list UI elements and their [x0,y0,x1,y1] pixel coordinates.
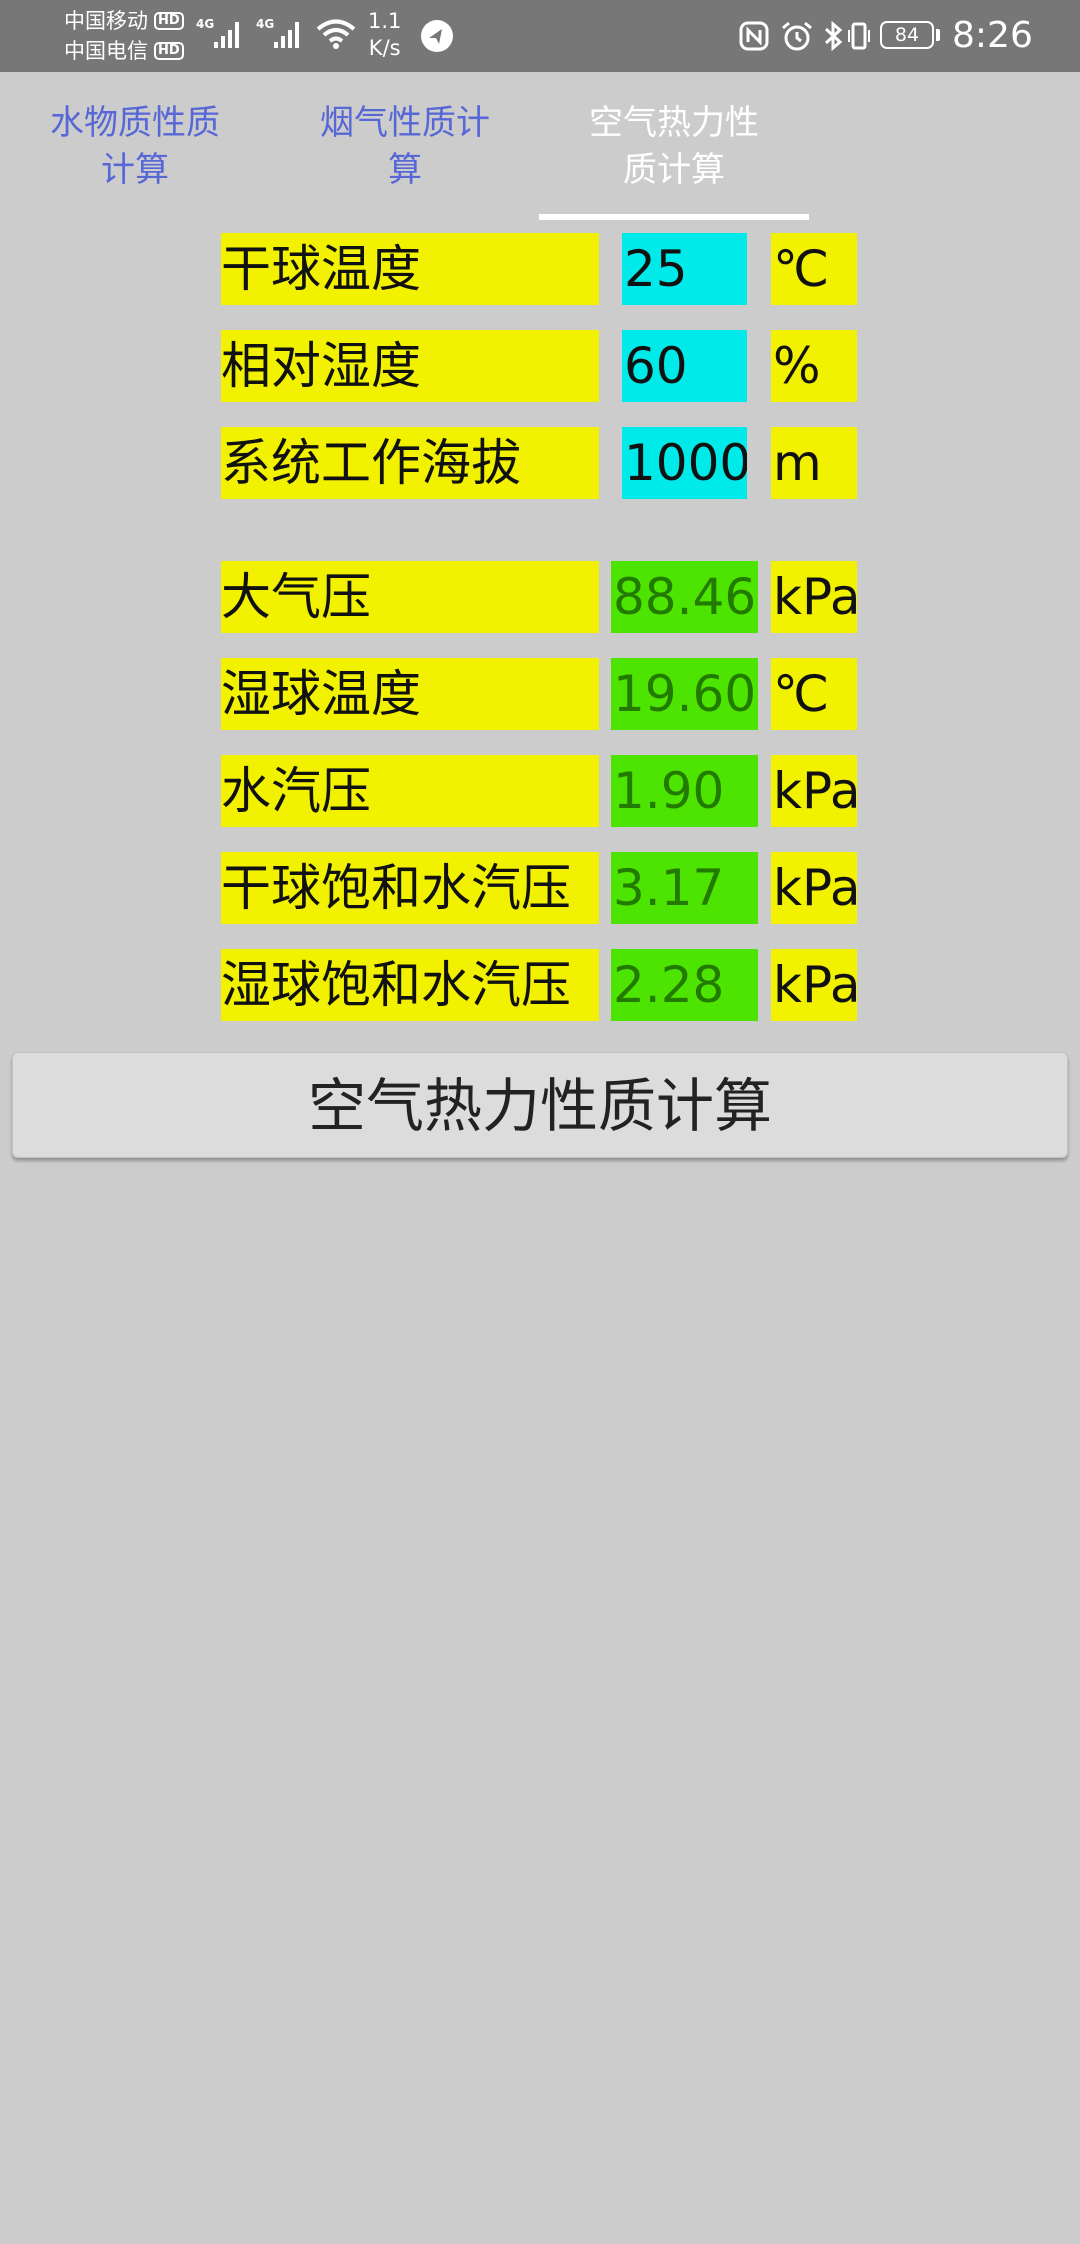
carrier-name-2: 中国电信 [64,39,148,63]
carrier-name-1: 中国移动 [64,9,148,33]
tab-water-properties[interactable]: 水物质性质 计算 [0,100,270,194]
signal-icon: 4G [196,16,246,56]
tab-label-line1: 空气热力性 [589,103,759,143]
vibrate-icon [846,20,872,56]
clock: 8:26 [952,15,1033,56]
battery-tip [936,29,940,41]
battery-icon: 84 [880,21,934,49]
atmospheric-pressure-unit: kPa [771,561,857,633]
atmospheric-pressure-value: 88.46 [611,561,758,633]
tab-label-line1: 水物质性质 [50,103,220,143]
app-notification-icon [420,19,454,57]
wet-bulb-temp-value: 19.60 [611,658,758,730]
signal-icon: 4G [256,16,306,56]
wet-bulb-saturation-pressure-unit: kPa [771,949,857,1021]
network-type-label: 4G [196,17,214,31]
atmospheric-pressure-label: 大气压 [221,561,599,633]
hd-badge: HD [154,12,184,30]
altitude-input[interactable]: 1000 [622,427,747,499]
network-type-label: 4G [256,17,274,31]
vapor-pressure-value: 1.90 [611,755,758,827]
active-tab-indicator [539,214,809,220]
hd-badge: HD [154,42,184,60]
dry-bulb-saturation-pressure-value: 3.17 [611,852,758,924]
relative-humidity-label: 相对湿度 [221,330,599,402]
relative-humidity-input[interactable]: 60 [622,330,747,402]
dry-bulb-temp-label: 干球温度 [221,233,599,305]
altitude-unit: m [771,427,857,499]
dry-bulb-temp-input[interactable]: 25 [622,233,747,305]
altitude-label: 系统工作海拔 [221,427,599,499]
wet-bulb-saturation-pressure-value: 2.28 [611,949,758,1021]
tab-air-thermal-properties[interactable]: 空气热力性 质计算 [539,100,809,194]
dry-bulb-saturation-pressure-unit: kPa [771,852,857,924]
dry-bulb-saturation-pressure-label: 干球饱和水汽压 [221,852,599,924]
network-speed-unit: K/s [368,36,401,60]
tab-label-line1: 烟气性质计 [320,103,490,143]
bluetooth-icon [822,20,846,56]
tab-label-line2: 算 [388,150,422,190]
tab-label-line2: 计算 [101,150,169,190]
dry-bulb-temp-unit: ℃ [771,233,857,305]
status-bar: 中国移动 HD 中国电信 HD 4G 4G 1.1 K/s 84 8:26 [0,0,1080,72]
tab-label-line2: 质计算 [623,150,725,190]
wifi-icon [316,18,356,54]
vapor-pressure-unit: kPa [771,755,857,827]
vapor-pressure-label: 水汽压 [221,755,599,827]
network-speed: 1.1 K/s [368,8,401,62]
network-speed-value: 1.1 [368,9,402,33]
calculate-button[interactable]: 空气热力性质计算 [12,1052,1068,1158]
carrier-info: 中国移动 HD 中国电信 HD [64,6,184,66]
wet-bulb-temp-label: 湿球温度 [221,658,599,730]
tab-flue-gas-properties[interactable]: 烟气性质计 算 [270,100,540,194]
wet-bulb-temp-unit: ℃ [771,658,857,730]
relative-humidity-unit: % [771,330,857,402]
nfc-icon [738,20,770,56]
wet-bulb-saturation-pressure-label: 湿球饱和水汽压 [221,949,599,1021]
alarm-icon [780,20,814,56]
